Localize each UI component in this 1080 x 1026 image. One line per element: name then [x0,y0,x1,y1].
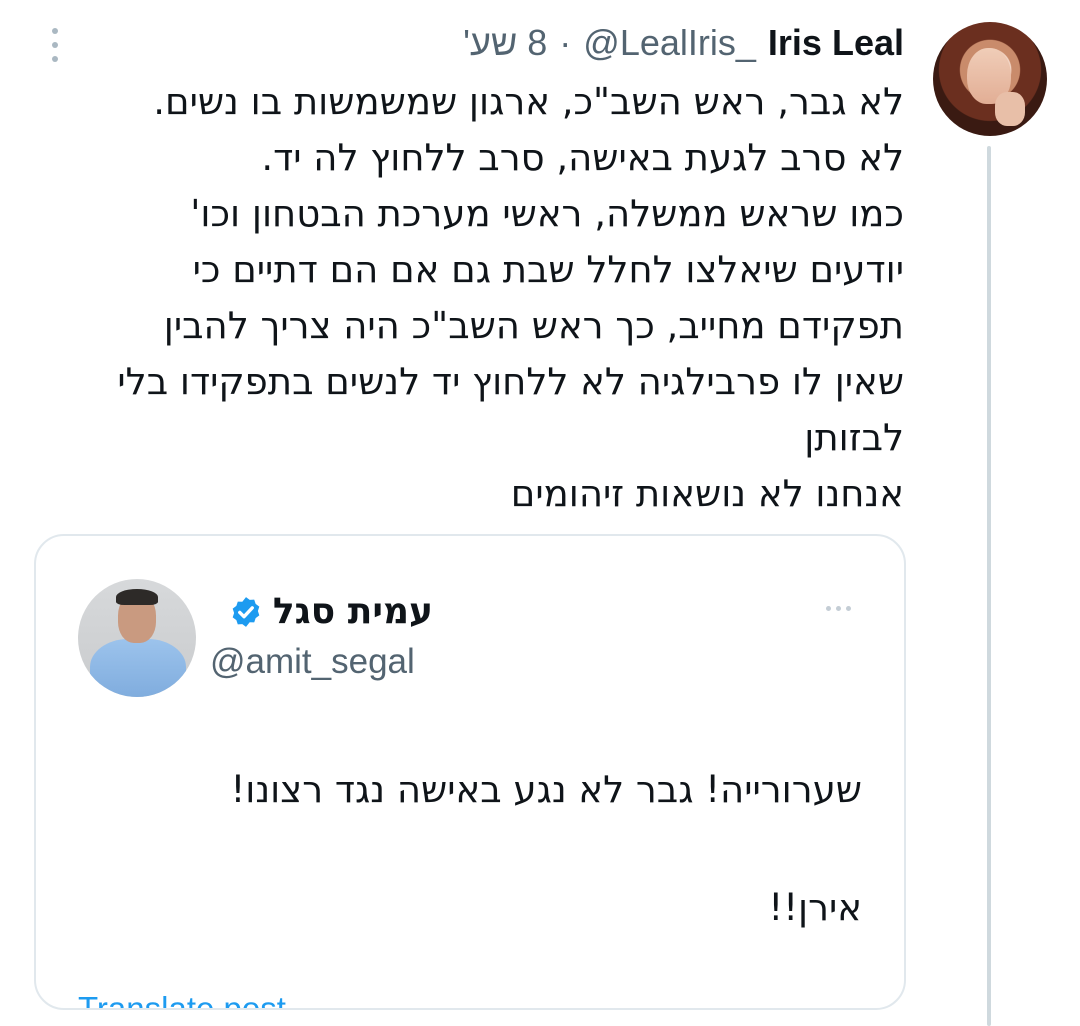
tweet-text-line: כמו שראש ממשלה, ראשי מערכת הבטחון וכו' [190,192,904,235]
tweet-text-line: יודעים שיאלצו לחלל שבת גם אם הם דתיים כי [192,248,904,291]
tweet-text-line: שאין לו פרבילגיה לא ללחוץ יד לנשים בתפקי… [117,360,904,403]
quoted-text-line: שערורייה! גבר לא נגע באישה נגד רצונו! [230,768,862,811]
quoted-name-row: עמית סגל [229,591,433,632]
verified-badge-icon [232,596,260,627]
tweet-text-line: לא סרב לגעת באישה, סרב ללחוץ לה יד. [261,136,904,179]
thread-line [987,146,991,1026]
separator-dot: · [559,22,572,63]
tweet-text-line: לבזותן [804,416,904,459]
translate-post-link[interactable]: Translate post [78,990,286,1008]
author-avatar[interactable] [933,22,1047,136]
quoted-text-line: אירן!! [768,886,862,929]
tweet-text: לא גבר, ראש השב"כ, ארגון שמשמשות בו נשים… [64,74,904,522]
tweet-text-line: תפקידם מחייב, כך ראש השב"כ היה צריך להבי… [163,304,904,347]
quoted-author-name[interactable]: עמית סגל [273,591,433,632]
more-horizontal-icon[interactable] [826,606,851,611]
tweet-text-line: לא גבר, ראש השב"כ, ארגון שמשמשות בו נשים… [153,80,904,123]
tweet-page: Iris Leal @LealIris_ · 8 שע' לא גבר, ראש… [0,0,1080,1026]
more-vertical-icon[interactable] [48,28,62,62]
tweet-text-line: אנחנו לא נושאות זיהומים [510,472,904,515]
tweet-header: Iris Leal @LealIris_ · 8 שע' [463,18,904,68]
quoted-author-avatar[interactable] [78,579,196,697]
author-handle[interactable]: @LealIris_ [583,22,756,64]
author-name[interactable]: Iris Leal [768,22,904,64]
tweet-time[interactable]: 8 שע' [463,22,547,64]
quoted-author-handle[interactable]: @amit_segal [210,642,415,682]
quoted-tweet-card[interactable]: עמית סגל @amit_segal שערורייה! גבר לא נג… [34,534,906,1010]
